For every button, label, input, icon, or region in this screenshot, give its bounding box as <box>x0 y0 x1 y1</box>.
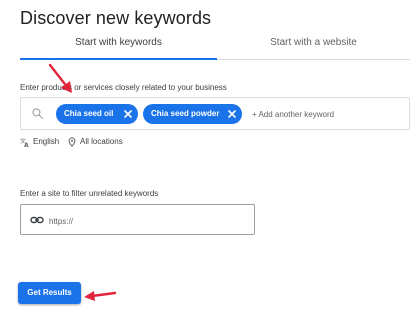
language-label: English <box>33 137 60 147</box>
keyword-chip-label: Chia seed oil <box>64 109 114 118</box>
tab-bar: Start with keywords Start with a website <box>20 30 410 60</box>
close-icon[interactable] <box>226 108 238 120</box>
close-icon[interactable] <box>122 108 134 120</box>
translate-icon: 文 A <box>20 137 29 147</box>
site-url-input[interactable] <box>49 215 239 227</box>
page-title: Discover new keywords <box>20 8 212 28</box>
keywords-input-box[interactable]: Chia seed oil Chia seed powder <box>20 97 410 130</box>
location-selector[interactable]: All locations <box>67 137 123 147</box>
link-icon <box>30 216 44 224</box>
search-icon <box>32 108 43 119</box>
add-keyword-input[interactable] <box>252 108 382 120</box>
keywords-label: Enter products or services closely relat… <box>20 83 227 92</box>
keyword-chip[interactable]: Chia seed oil <box>56 104 138 124</box>
tab-start-with-website[interactable]: Start with a website <box>217 30 410 60</box>
location-pin-icon <box>68 137 76 147</box>
get-results-button[interactable]: Get Results <box>18 282 81 304</box>
active-tab-indicator <box>20 58 217 60</box>
tab-start-with-keywords[interactable]: Start with keywords <box>20 30 217 60</box>
keyword-chip-label: Chia seed powder <box>151 109 220 118</box>
keyword-chip[interactable]: Chia seed powder <box>143 104 242 124</box>
site-filter-label: Enter a site to filter unrelated keyword… <box>20 189 159 198</box>
location-label: All locations <box>80 137 123 147</box>
svg-text:A: A <box>24 143 29 147</box>
red-arrow-annotation <box>84 291 117 301</box>
site-filter-box[interactable] <box>20 204 255 235</box>
language-selector[interactable]: 文 A English <box>20 137 59 147</box>
